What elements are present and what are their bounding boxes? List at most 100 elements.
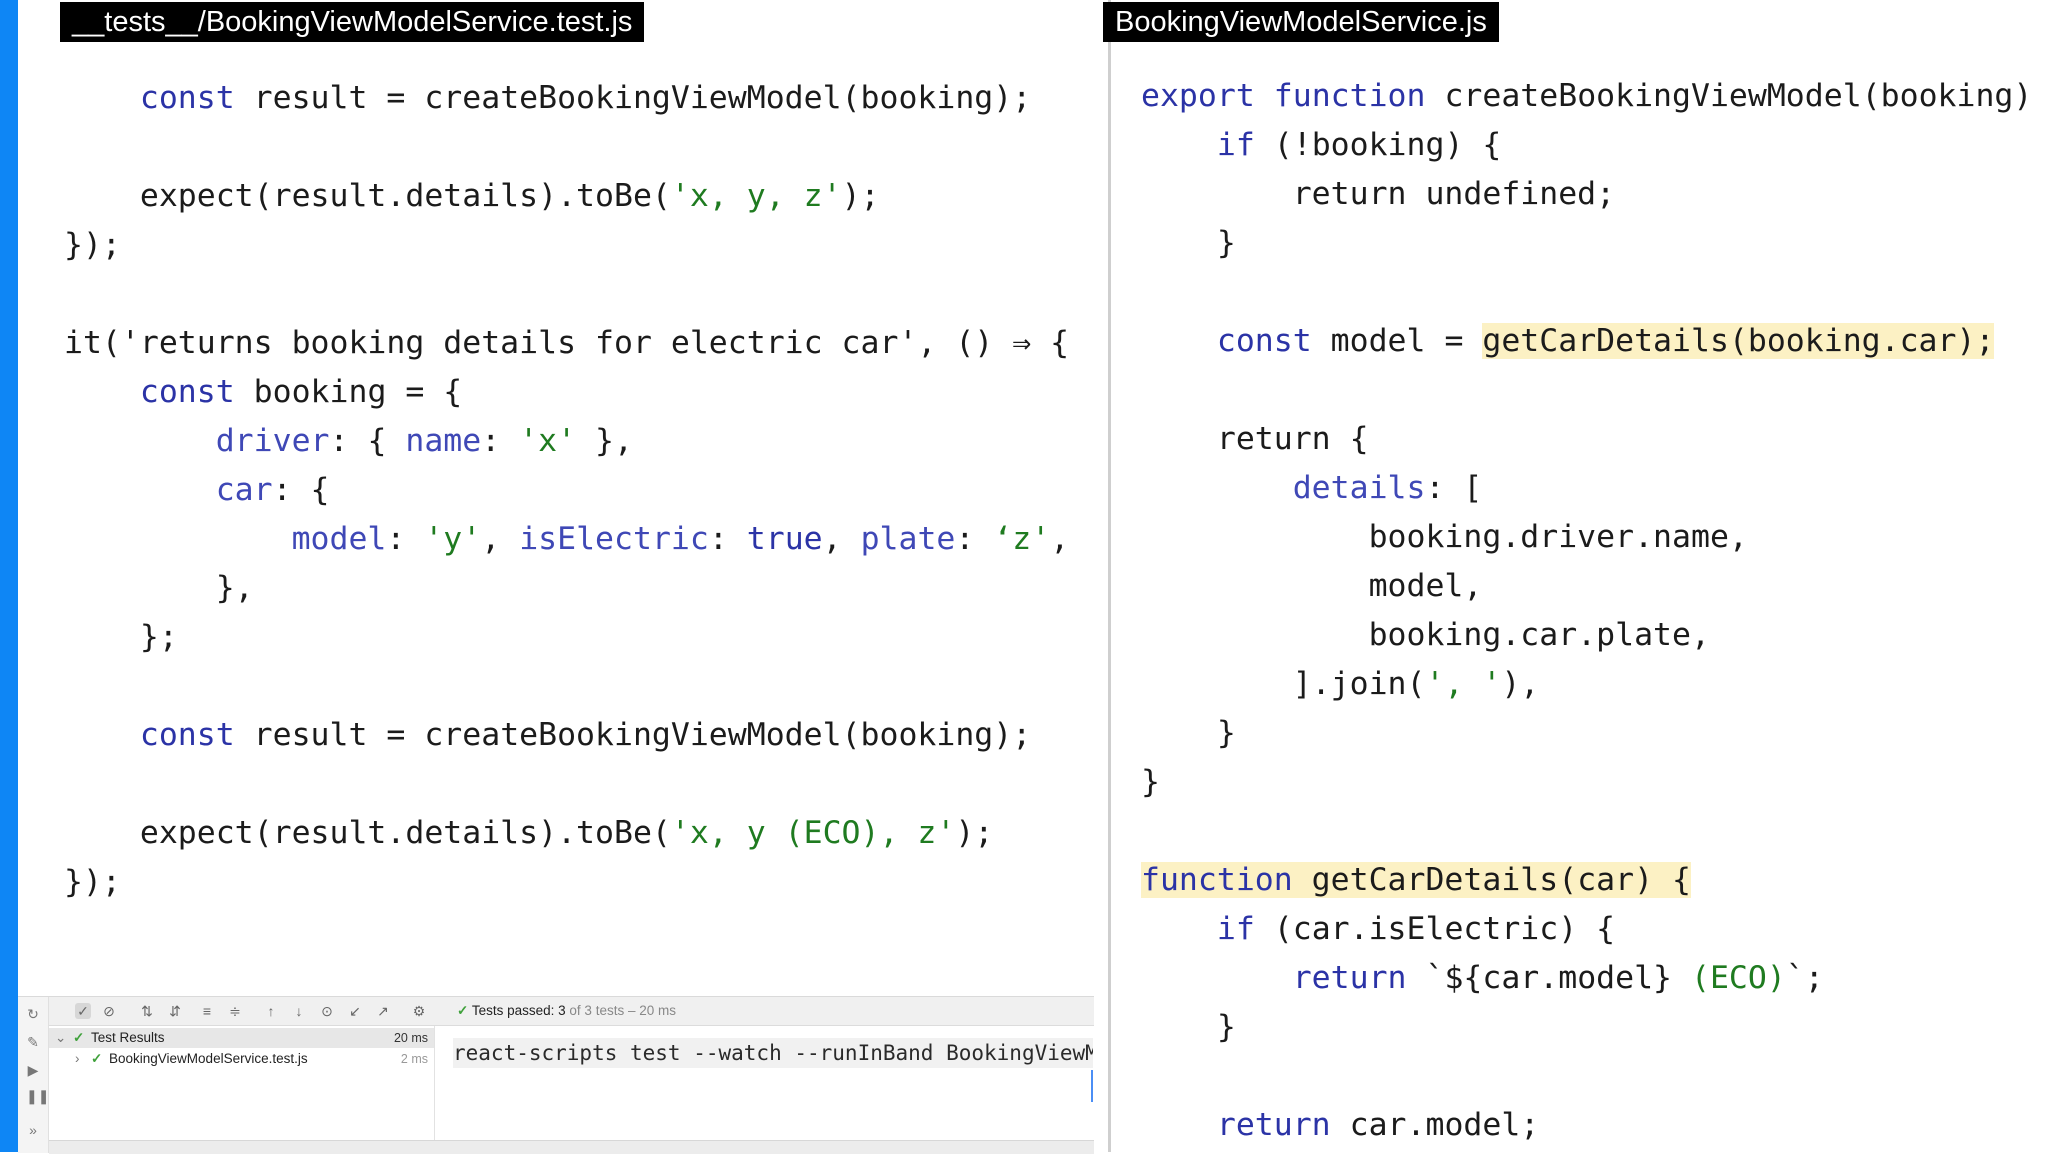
code-token: return	[1216, 1107, 1331, 1143]
test-code-editor[interactable]: const result = createBookingViewModel(bo…	[64, 74, 1069, 907]
code-token: return {	[1141, 421, 1369, 457]
next-test-icon[interactable]: ↓	[291, 1003, 307, 1019]
history-icon[interactable]: ⊙	[319, 1003, 335, 1019]
code-token: booking.driver.name,	[1141, 519, 1748, 555]
code-token: }	[1141, 715, 1236, 751]
code-line: const result = createBookingViewModel(bo…	[64, 711, 1069, 760]
tests-passed-status: ✓ Tests passed: 3 of 3 tests – 20 ms	[457, 1003, 676, 1018]
previous-test-icon[interactable]: ↑	[263, 1003, 279, 1019]
code-token: };	[64, 619, 178, 655]
tree-item-test-file[interactable]: › ✓ BookingViewModelService.test.js 2 ms	[49, 1049, 434, 1069]
code-line: expect(result.details).toBe('x, y, z');	[64, 172, 1069, 221]
code-line: expect(result.details).toBe('x, y (ECO),…	[64, 809, 1069, 858]
test-results-tree: ⌄ ✓ Test Results 20 ms › ✓ BookingViewMo…	[49, 1026, 435, 1153]
code-token: model	[291, 521, 387, 557]
code-token: );	[841, 178, 880, 214]
code-line: driver: { name: 'x' },	[64, 417, 1069, 466]
code-token: }	[1141, 1009, 1236, 1045]
code-token: const	[1216, 323, 1312, 359]
code-line: }	[1141, 1003, 2048, 1052]
code-token: booking.car.plate,	[1141, 617, 1710, 653]
code-token: createBookingViewModel(booking) {	[1425, 78, 2048, 114]
code-line: }	[1141, 758, 2048, 807]
code-token: model =	[1311, 323, 1483, 359]
code-token: : [	[1425, 470, 1483, 506]
code-token: return	[1292, 960, 1407, 996]
show-passed-icon[interactable]: ✓	[75, 1003, 91, 1019]
code-line: car: {	[64, 466, 1069, 515]
code-line: const result = createBookingViewModel(bo…	[64, 74, 1069, 123]
code-token: });	[64, 227, 121, 263]
wrench-icon[interactable]: ✎	[26, 1035, 40, 1049]
chevron-right-icon[interactable]: ›	[75, 1049, 80, 1069]
collapse-all-icon[interactable]: ≑	[227, 1003, 243, 1019]
code-line: }	[1141, 709, 2048, 758]
code-line: return `${car.model} (ECO)`;	[1141, 954, 2048, 1003]
code-token: function	[1141, 862, 1293, 898]
code-line: };	[64, 613, 1069, 662]
code-token: export	[1141, 78, 1255, 114]
code-token: `;	[1785, 960, 1824, 996]
code-token: driver	[215, 423, 330, 459]
rerun-icon[interactable]: ↻	[26, 1007, 40, 1021]
code-token: name	[405, 423, 482, 459]
code-token: expect(result.details).toBe(	[64, 178, 671, 214]
code-line: model: 'y', isElectric: true, plate: ‘z'…	[64, 515, 1070, 564]
code-token: },	[576, 423, 633, 459]
passed-check-icon: ✓	[457, 1003, 469, 1018]
passed-check-icon: ✓	[73, 1030, 85, 1045]
tab-source-file[interactable]: BookingViewModelService.js	[1103, 2, 1499, 42]
code-token: 'y'	[424, 521, 482, 557]
code-line: ].join(', '),	[1141, 660, 2048, 709]
code-line: booking.driver.name,	[1141, 513, 2048, 562]
code-token: (car.isElectric) {	[1254, 911, 1616, 947]
chevron-down-icon[interactable]: ⌄	[55, 1028, 66, 1048]
code-line: booking.car.plate,	[1141, 611, 2048, 660]
code-token: ,	[822, 521, 861, 557]
code-line: return car.model;	[1141, 1101, 2048, 1150]
resume-icon[interactable]: ▶	[26, 1063, 40, 1077]
source-code-editor[interactable]: export function createBookingViewModel(b…	[1141, 72, 2048, 1150]
export-tests-icon[interactable]: ↗	[375, 1003, 391, 1019]
code-token: const	[139, 717, 235, 753]
code-token: ),	[1501, 666, 1540, 702]
code-token: :	[386, 521, 425, 557]
editor-split-divider[interactable]	[1108, 0, 1111, 1152]
tree-item-test-results[interactable]: ⌄ ✓ Test Results 20 ms	[49, 1028, 434, 1048]
more-icon[interactable]: »	[26, 1123, 40, 1137]
pause-icon[interactable]: ❚❚	[26, 1089, 49, 1103]
test-console-output[interactable]: react-scripts test --watch --runInBand B…	[435, 1026, 1094, 1153]
console-caret	[1091, 1070, 1093, 1102]
code-token: const	[139, 80, 235, 116]
code-token: : {	[329, 423, 406, 459]
import-tests-icon[interactable]: ↙	[347, 1003, 363, 1019]
code-token: :	[708, 521, 747, 557]
passed-check-icon: ✓	[91, 1051, 103, 1066]
code-line: if (car.isElectric) {	[1141, 905, 2048, 954]
sort-alpha-icon[interactable]: ⇅	[139, 1003, 155, 1019]
tab-test-file[interactable]: __tests__/BookingViewModelService.test.j…	[60, 2, 645, 42]
code-token: :	[481, 423, 520, 459]
code-token: const	[139, 374, 235, 410]
code-token: car	[215, 472, 273, 508]
code-line: it('returns booking details for electric…	[64, 319, 1069, 368]
expand-all-icon[interactable]: ≡	[199, 1003, 215, 1019]
code-token: 'x, y (ECO), z'	[670, 815, 956, 851]
code-token: ', '	[1425, 666, 1502, 702]
code-token: getCarDetails(car) {	[1292, 862, 1691, 898]
sort-duration-icon[interactable]: ⇵	[167, 1003, 183, 1019]
show-ignored-icon[interactable]: ⊘	[101, 1003, 117, 1019]
code-token: details	[1292, 470, 1426, 506]
gear-icon[interactable]: ⚙	[411, 1003, 427, 1019]
code-token: result = createBookingViewModel(booking)…	[234, 717, 1032, 753]
